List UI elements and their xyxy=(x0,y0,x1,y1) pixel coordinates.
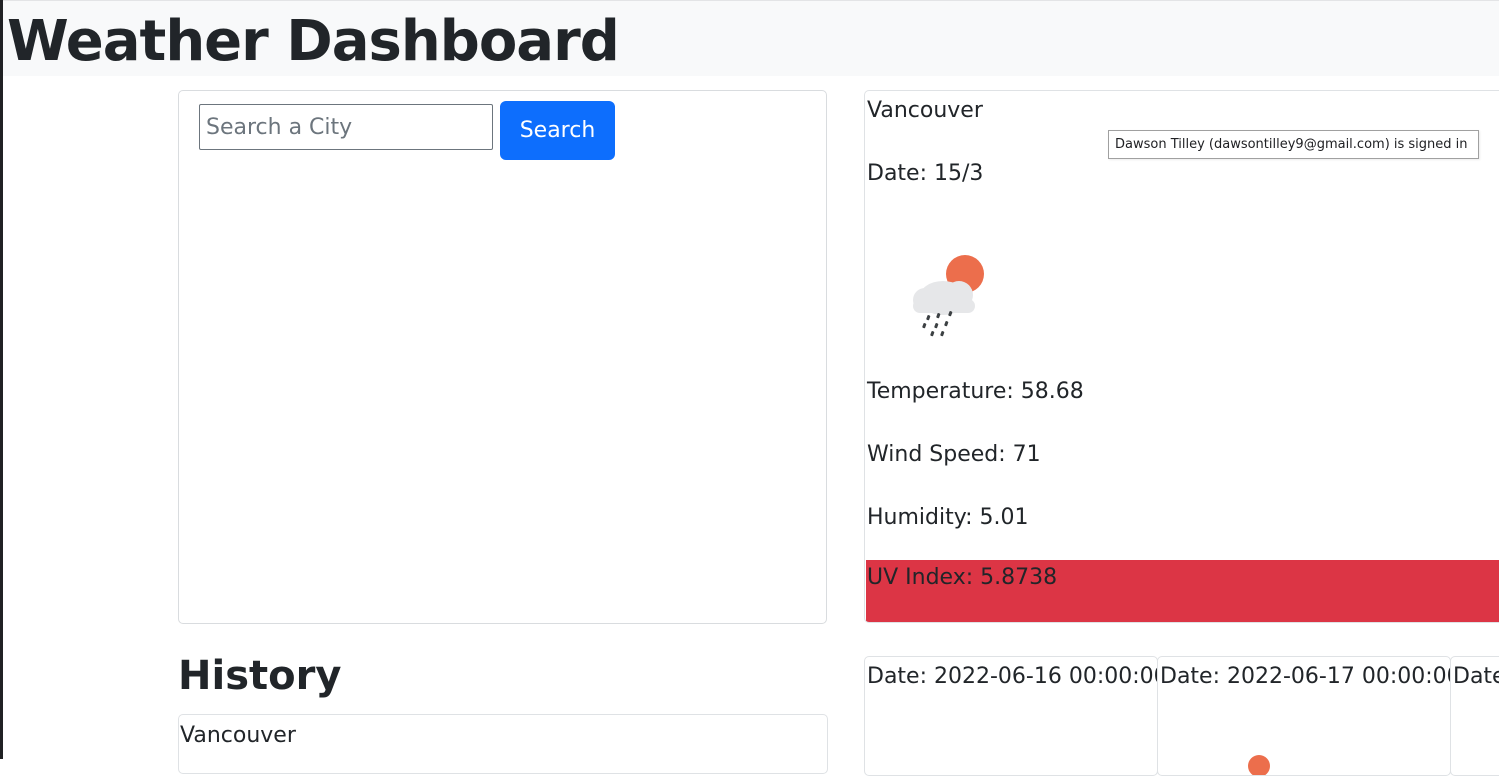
current-humidity: Humidity: 5.01 xyxy=(867,505,1029,530)
history-item-vancouver[interactable]: Vancouver xyxy=(180,721,296,751)
forecast-date: Date: 2022-06-17 00:00:00 xyxy=(1160,664,1451,689)
forecast-card: Date: 2022-06-16 00:00:00 xyxy=(864,656,1158,776)
window-edge xyxy=(0,0,3,759)
uv-index-badge: UV Index: 5.8738 xyxy=(866,560,1499,622)
search-input[interactable] xyxy=(199,104,493,150)
search-button[interactable]: Search xyxy=(500,101,615,160)
current-date: Date: 15/3 xyxy=(867,161,984,186)
page-header: Weather Dashboard xyxy=(3,0,1499,76)
uv-index-label: UV Index: 5.8738 xyxy=(867,565,1058,590)
current-weather-card: Vancouver Date: 15/3 Temperature: 58.68 … xyxy=(864,90,1499,623)
sun-icon xyxy=(1248,755,1270,775)
history-title: History xyxy=(178,653,342,699)
history-list: Vancouver xyxy=(178,714,828,774)
forecast-card: Date: 2022-06-17 00:00:00 xyxy=(1157,656,1451,776)
current-city: Vancouver xyxy=(867,98,983,123)
current-wind-speed: Wind Speed: 71 xyxy=(867,442,1041,467)
search-card: Search xyxy=(178,90,827,624)
page-title: Weather Dashboard xyxy=(7,9,620,74)
forecast-card: Date xyxy=(1450,656,1499,776)
rain-cloud-sun-icon xyxy=(913,255,984,337)
current-temperature: Temperature: 58.68 xyxy=(867,379,1084,404)
forecast-date: Date: 2022-06-16 00:00:00 xyxy=(867,664,1158,689)
signed-in-tooltip: Dawson Tilley (dawsontilley9@gmail.com) … xyxy=(1108,130,1479,159)
forecast-date: Date xyxy=(1453,664,1499,689)
